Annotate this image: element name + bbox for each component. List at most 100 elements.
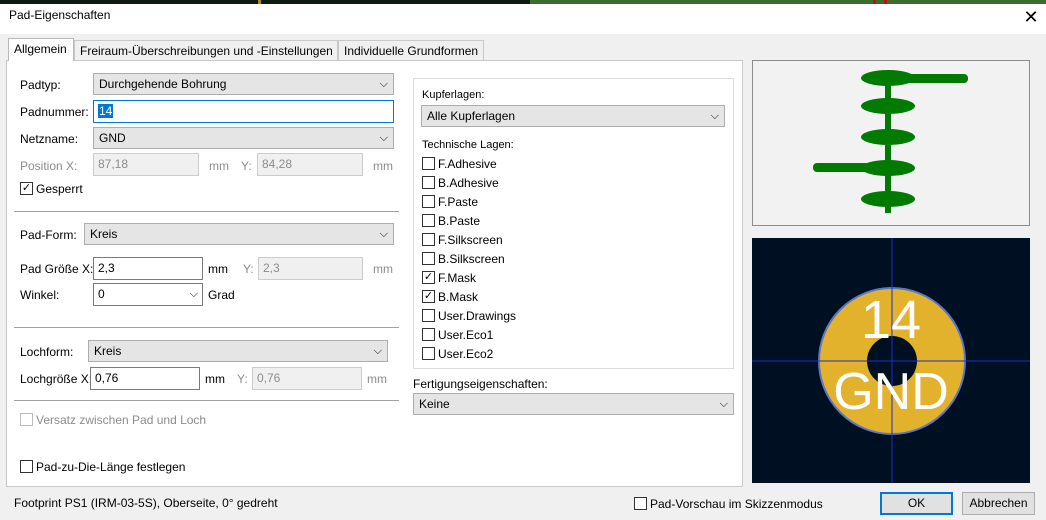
gesperrt-checkbox[interactable]: ✓: [20, 182, 33, 195]
copper-layers-select[interactable]: Alle Kupferlagen ⌵: [421, 105, 725, 127]
layer-b-mask-checkbox[interactable]: ✓: [422, 290, 435, 303]
pad-preview: 14 GND: [752, 238, 1030, 483]
window-title: Pad-Eigenschaften: [9, 8, 111, 22]
offset-label: Versatz zwischen Pad und Loch: [36, 413, 207, 427]
position-y-unit: mm: [373, 159, 393, 173]
pad-number-text: 14: [860, 290, 922, 350]
check-icon: ✓: [423, 290, 434, 302]
hole-size-x-label: Lochgröße X:: [20, 372, 93, 386]
chevron-down-icon: ⌵: [379, 132, 388, 144]
pad-graphic: [752, 238, 1030, 483]
chevron-down-icon: ⌵: [373, 345, 382, 357]
layer-label: User.Eco2: [438, 347, 494, 361]
fab-properties-value: Keine: [419, 397, 450, 411]
netzname-label: Netzname:: [20, 132, 79, 146]
chevron-down-icon: ⌵: [379, 228, 388, 240]
position-x-label: Position X:: [20, 159, 78, 173]
padnummer-input[interactable]: 14: [93, 100, 394, 123]
layer-label: B.Paste: [438, 214, 481, 228]
offset-checkbox[interactable]: [20, 413, 33, 426]
layer-f-mask-checkbox[interactable]: ✓: [422, 271, 435, 284]
chevron-down-icon: ⌵: [379, 78, 388, 90]
footprint-info: Footprint PS1 (IRM-03-5S), Oberseite, 0°…: [14, 496, 278, 510]
layer-f-silkscreen-checkbox[interactable]: [422, 233, 435, 246]
separator: [14, 327, 399, 328]
close-icon[interactable]: ✕: [1018, 4, 1044, 30]
layer-f-adhesive-checkbox[interactable]: [422, 157, 435, 170]
angle-combo[interactable]: 0 ⌵: [93, 283, 203, 306]
chevron-down-icon: ⌵: [710, 110, 719, 122]
pad-form-label: Pad-Form:: [20, 228, 77, 242]
pad-form-select[interactable]: Kreis ⌵: [84, 223, 394, 245]
gesperrt-label: Gesperrt: [36, 182, 83, 196]
position-y-input[interactable]: 84,28: [257, 153, 363, 176]
layer-b-adhesive-checkbox[interactable]: [422, 176, 435, 189]
die-length-checkbox[interactable]: [20, 460, 33, 473]
pad-size-y-unit: mm: [373, 262, 393, 276]
technical-layers-label: Technische Lagen:: [422, 139, 514, 151]
hole-form-label: Lochform:: [20, 345, 74, 359]
layer-b-paste-checkbox[interactable]: [422, 214, 435, 227]
layer-label: User.Eco1: [438, 328, 494, 342]
tab-allgemein[interactable]: Allgemein: [8, 38, 74, 61]
angle-value: 0: [98, 287, 105, 301]
angle-unit: Grad: [208, 288, 235, 302]
netzname-select[interactable]: GND ⌵: [93, 127, 394, 149]
layer-label: F.Paste: [438, 195, 479, 209]
pad-size-y-input[interactable]: 2,3: [258, 257, 363, 280]
check-icon: ✓: [21, 182, 32, 194]
hole-form-select[interactable]: Kreis ⌵: [88, 340, 388, 362]
fab-properties-select[interactable]: Keine ⌵: [413, 393, 734, 415]
layer-stack-preview: [752, 60, 1030, 226]
hole-size-x-unit: mm: [205, 372, 225, 386]
pad-size-x-input[interactable]: 2,3: [93, 257, 203, 280]
ok-button[interactable]: OK: [880, 492, 953, 515]
separator: [14, 211, 399, 212]
netzname-value: GND: [99, 131, 126, 145]
chevron-down-icon: ⌵: [719, 398, 728, 410]
pad-stack-diagram: [813, 70, 968, 213]
layer-f-paste-checkbox[interactable]: [422, 195, 435, 208]
position-y-label: Y:: [241, 159, 252, 173]
pad-form-value: Kreis: [90, 227, 118, 241]
layer-label: F.Silkscreen: [438, 233, 503, 247]
sketch-mode-checkbox[interactable]: [634, 497, 647, 510]
layer-label: F.Adhesive: [438, 157, 497, 171]
copper-layers-value: Alle Kupferlagen: [427, 109, 516, 123]
layer-user-eco1-checkbox[interactable]: [422, 328, 435, 341]
position-x-input[interactable]: 87,18: [93, 153, 199, 176]
layer-label: User.Drawings: [438, 309, 517, 323]
padtyp-select[interactable]: Durchgehende Bohrung ⌵: [93, 73, 394, 95]
hole-size-y-input[interactable]: 0,76: [252, 367, 362, 390]
layer-user-drawings-checkbox[interactable]: [422, 309, 435, 322]
tab-freiraum[interactable]: Freiraum-Überschreibungen und -Einstellu…: [74, 40, 338, 61]
copper-layers-label: Kupferlagen:: [422, 89, 485, 101]
layer-label: B.Mask: [438, 290, 479, 304]
hole-size-y-unit: mm: [367, 372, 387, 386]
chevron-down-icon[interactable]: ⌵: [190, 284, 198, 305]
layer-user-eco2-checkbox[interactable]: [422, 347, 435, 360]
net-name-text: GND: [833, 363, 949, 421]
layer-label: B.Silkscreen: [438, 252, 505, 266]
separator: [14, 400, 399, 401]
hole-size-x-input[interactable]: 0,76: [90, 367, 200, 390]
die-length-label: Pad-zu-Die-Länge festlegen: [36, 460, 186, 474]
title-bar: [0, 4, 1046, 34]
hole-size-y-label: Y:: [237, 372, 248, 386]
pad-size-y-label: Y:: [243, 262, 254, 276]
padtyp-label: Padtyp:: [20, 78, 61, 92]
layer-b-silkscreen-checkbox[interactable]: [422, 252, 435, 265]
padnummer-label: Padnummer:: [20, 105, 89, 119]
sketch-mode-label: Pad-Vorschau im Skizzenmodus: [650, 497, 823, 511]
hole-form-value: Kreis: [94, 344, 122, 358]
tab-grundformen[interactable]: Individuelle Grundformen: [338, 40, 484, 61]
cancel-button[interactable]: Abbrechen: [962, 492, 1035, 515]
pad-size-x-label: Pad Größe X:: [20, 262, 94, 276]
angle-label: Winkel:: [20, 288, 60, 302]
padtyp-value: Durchgehende Bohrung: [99, 77, 227, 91]
position-x-unit: mm: [209, 159, 229, 173]
layer-label: B.Adhesive: [438, 176, 499, 190]
check-icon: ✓: [423, 271, 434, 283]
fab-properties-label: Fertigungseigenschaften:: [413, 377, 548, 391]
pad-size-x-unit: mm: [208, 262, 228, 276]
